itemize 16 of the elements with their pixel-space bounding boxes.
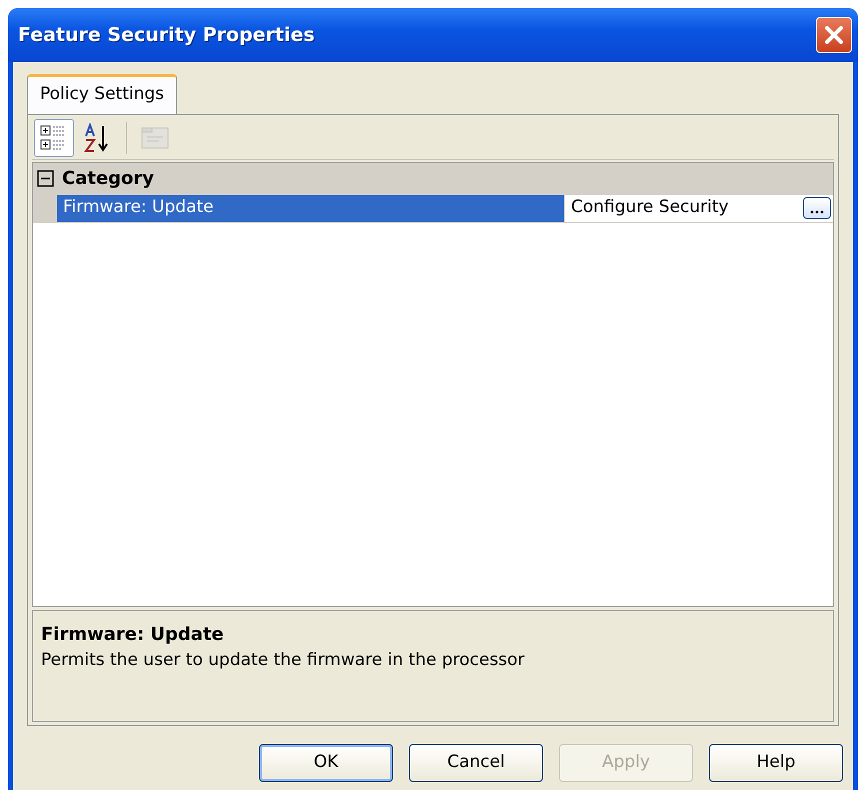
dialog-button[interactable]: Cancel	[409, 744, 543, 782]
dialog-button[interactable]: Help	[709, 744, 843, 782]
close-button[interactable]	[816, 17, 852, 53]
dialog-button[interactable]: OK	[259, 744, 393, 782]
property-name[interactable]: Firmware: Update	[57, 194, 565, 222]
window-title: Feature Security Properties	[18, 22, 315, 48]
collapse-icon[interactable]	[37, 170, 54, 187]
close-icon	[823, 24, 845, 46]
description-text: Permits the user to update the firmware in the processor	[41, 648, 526, 672]
property-value: Configure Security	[571, 196, 729, 220]
category-label: Category	[62, 167, 154, 191]
description-title: Firmware: Update	[41, 622, 225, 646]
ellipsis-icon	[810, 210, 824, 214]
tab[interactable]: Policy Settings	[27, 74, 178, 114]
ellipsis-button[interactable]	[803, 197, 831, 219]
categorized-view-icon[interactable]	[34, 119, 74, 157]
